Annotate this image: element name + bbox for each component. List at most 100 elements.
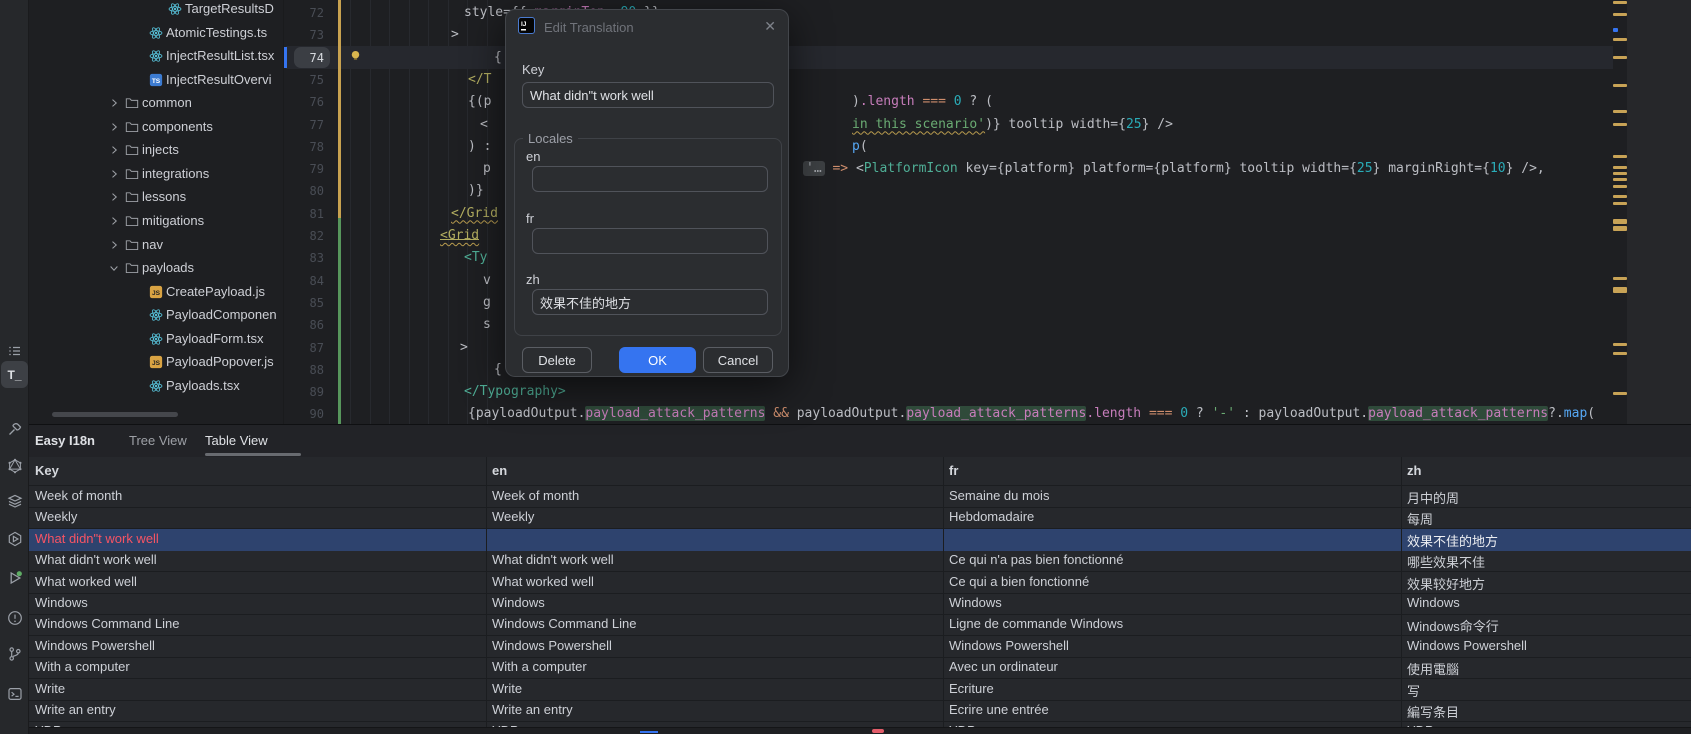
tree-item-payloads[interactable]: payloads bbox=[29, 257, 284, 280]
stripe-mark-warning[interactable] bbox=[1613, 352, 1627, 355]
tree-item-payloadpopover-js[interactable]: JSPayloadPopover.js bbox=[29, 351, 284, 374]
table-cell[interactable]: What didn"t work well bbox=[29, 531, 486, 546]
translation-table-header[interactable]: Keyenfrzh bbox=[29, 457, 1691, 486]
line-number[interactable]: 89 bbox=[286, 381, 324, 403]
version-control-icon[interactable] bbox=[1, 640, 28, 667]
column-header-fr[interactable]: fr bbox=[943, 463, 1401, 478]
graphql-icon[interactable] bbox=[1, 452, 28, 479]
stripe-mark-warning[interactable] bbox=[1613, 155, 1627, 158]
code-line-79[interactable]: p bbox=[483, 158, 491, 180]
cancel-button[interactable]: Cancel bbox=[703, 347, 773, 373]
code-line-76[interactable]: ).length === 0 ? ( bbox=[852, 91, 993, 113]
tree-item-nav[interactable]: nav bbox=[29, 234, 284, 257]
tab-table-view[interactable]: Table View bbox=[205, 433, 268, 448]
table-cell[interactable]: 哪些效果不佳 bbox=[1401, 552, 1691, 571]
code-line-75[interactable]: </T bbox=[468, 69, 491, 91]
terminal-icon[interactable] bbox=[1, 680, 28, 707]
code-line-77[interactable]: in this scenario')} tooltip width={25} /… bbox=[852, 114, 1173, 136]
delete-button[interactable]: Delete bbox=[522, 347, 592, 373]
code-line-74[interactable]: { bbox=[494, 47, 502, 69]
chevron-right-icon[interactable] bbox=[108, 121, 120, 136]
line-number[interactable]: 77 bbox=[286, 114, 324, 136]
table-cell[interactable]: Semaine du mois bbox=[943, 488, 1401, 503]
stripe-mark-warning[interactable] bbox=[1613, 343, 1627, 346]
table-row[interactable]: What didn"t work well 效果不佳的地方 bbox=[29, 529, 1691, 551]
line-number[interactable]: 88 bbox=[286, 359, 324, 381]
table-cell[interactable]: 效果不佳的地方 bbox=[1401, 531, 1691, 550]
table-row[interactable]: WriteWriteEcriture写 bbox=[29, 679, 1691, 701]
table-cell[interactable]: Ce qui a bien fonctionné bbox=[943, 574, 1401, 589]
stripe-mark-warning[interactable] bbox=[1613, 178, 1627, 181]
line-number[interactable]: 86 bbox=[286, 314, 324, 336]
chevron-right-icon[interactable] bbox=[108, 97, 120, 112]
stripe-mark-warning[interactable] bbox=[1613, 123, 1627, 126]
stripe-mark-warning[interactable] bbox=[1613, 287, 1627, 293]
table-cell[interactable]: Windows Powershell bbox=[486, 638, 943, 653]
code-line-81[interactable]: </Grid bbox=[451, 203, 498, 225]
table-cell[interactable]: Windows bbox=[1401, 595, 1691, 610]
code-line-82[interactable]: <Grid bbox=[440, 225, 479, 247]
table-cell[interactable]: 效果较好地方 bbox=[1401, 574, 1691, 593]
tree-item-injects[interactable]: injects bbox=[29, 139, 284, 162]
intention-lightbulb-icon[interactable] bbox=[349, 49, 362, 65]
line-number[interactable]: 83 bbox=[286, 247, 324, 269]
stripe-mark-warning[interactable] bbox=[1613, 56, 1627, 59]
line-number[interactable]: 84 bbox=[286, 270, 324, 292]
structure-icon[interactable] bbox=[1, 337, 28, 364]
table-cell[interactable]: Write bbox=[29, 681, 486, 696]
table-cell[interactable]: 每周 bbox=[1401, 509, 1691, 528]
table-cell[interactable]: Write an entry bbox=[29, 702, 486, 717]
table-row[interactable]: Windows PowershellWindows PowershellWind… bbox=[29, 636, 1691, 658]
table-cell[interactable]: 写 bbox=[1401, 681, 1691, 700]
line-number[interactable]: 87 bbox=[286, 337, 324, 359]
table-cell[interactable]: What worked well bbox=[486, 574, 943, 589]
translation-icon[interactable]: T_ bbox=[1, 361, 28, 388]
locale-fr-input[interactable] bbox=[532, 228, 768, 254]
column-header-en[interactable]: en bbox=[486, 463, 943, 478]
close-icon[interactable]: ✕ bbox=[764, 18, 776, 35]
tab-tree-view[interactable]: Tree View bbox=[129, 433, 187, 448]
line-number[interactable]: 76 bbox=[286, 91, 324, 113]
chevron-right-icon[interactable] bbox=[108, 191, 120, 206]
code-line-79[interactable]: '… => <PlatformIcon key={platform} platf… bbox=[803, 158, 1545, 180]
table-cell[interactable]: Windows命令行 bbox=[1401, 616, 1691, 635]
stripe-mark-warning[interactable] bbox=[1613, 277, 1627, 280]
project-tree-panel[interactable]: TargetResultsDAtomicTestings.tsInjectRes… bbox=[29, 0, 284, 424]
table-cell[interactable]: With a computer bbox=[29, 659, 486, 674]
code-line-78[interactable]: p( bbox=[852, 136, 868, 158]
table-row[interactable]: Write an entryWrite an entryEcrire une e… bbox=[29, 700, 1691, 722]
line-number[interactable]: 79 bbox=[286, 158, 324, 180]
chevron-right-icon[interactable] bbox=[108, 144, 120, 159]
ok-button[interactable]: OK bbox=[619, 347, 696, 373]
stripe-mark-warning[interactable] bbox=[1613, 172, 1627, 175]
code-line-88[interactable]: { bbox=[494, 359, 502, 381]
stripe-mark-warning[interactable] bbox=[1613, 84, 1627, 87]
stripe-mark-warning[interactable] bbox=[1613, 185, 1627, 188]
table-cell[interactable]: Windows Powershell bbox=[943, 638, 1401, 653]
table-cell[interactable]: Windows bbox=[29, 595, 486, 610]
run-icon[interactable] bbox=[1, 564, 28, 591]
column-header-key[interactable]: Key bbox=[29, 463, 486, 478]
table-cell[interactable]: Ligne de commande Windows bbox=[943, 616, 1401, 631]
stripe-mark-warning[interactable] bbox=[1613, 166, 1627, 169]
line-number[interactable]: 85 bbox=[286, 292, 324, 314]
dialog-titlebar[interactable]: IJ Edit Translation ✕ bbox=[506, 10, 788, 44]
services-icon[interactable] bbox=[1, 525, 28, 552]
column-header-zh[interactable]: zh bbox=[1401, 463, 1691, 478]
table-cell[interactable]: Week of month bbox=[486, 488, 943, 503]
table-cell[interactable]: 月中的周 bbox=[1401, 488, 1691, 507]
table-cell[interactable]: Windows Command Line bbox=[29, 616, 486, 631]
stripe-mark-warning[interactable] bbox=[1613, 195, 1627, 198]
line-number[interactable]: 75 bbox=[286, 69, 324, 91]
line-number[interactable]: 74 bbox=[286, 47, 324, 69]
table-cell[interactable]: Avec un ordinateur bbox=[943, 659, 1401, 674]
table-cell[interactable]: What didn't work well bbox=[486, 552, 943, 567]
tree-item-common[interactable]: common bbox=[29, 92, 284, 115]
table-cell[interactable]: Windows bbox=[943, 595, 1401, 610]
tree-item-targetresultsd[interactable]: TargetResultsD bbox=[29, 0, 284, 21]
table-cell[interactable]: 編写条目 bbox=[1401, 702, 1691, 721]
stripe-mark-warning[interactable] bbox=[1613, 1, 1627, 4]
stripe-mark-warning[interactable] bbox=[1613, 110, 1627, 113]
table-cell[interactable]: What didn't work well bbox=[29, 552, 486, 567]
chevron-down-icon[interactable] bbox=[108, 262, 120, 277]
